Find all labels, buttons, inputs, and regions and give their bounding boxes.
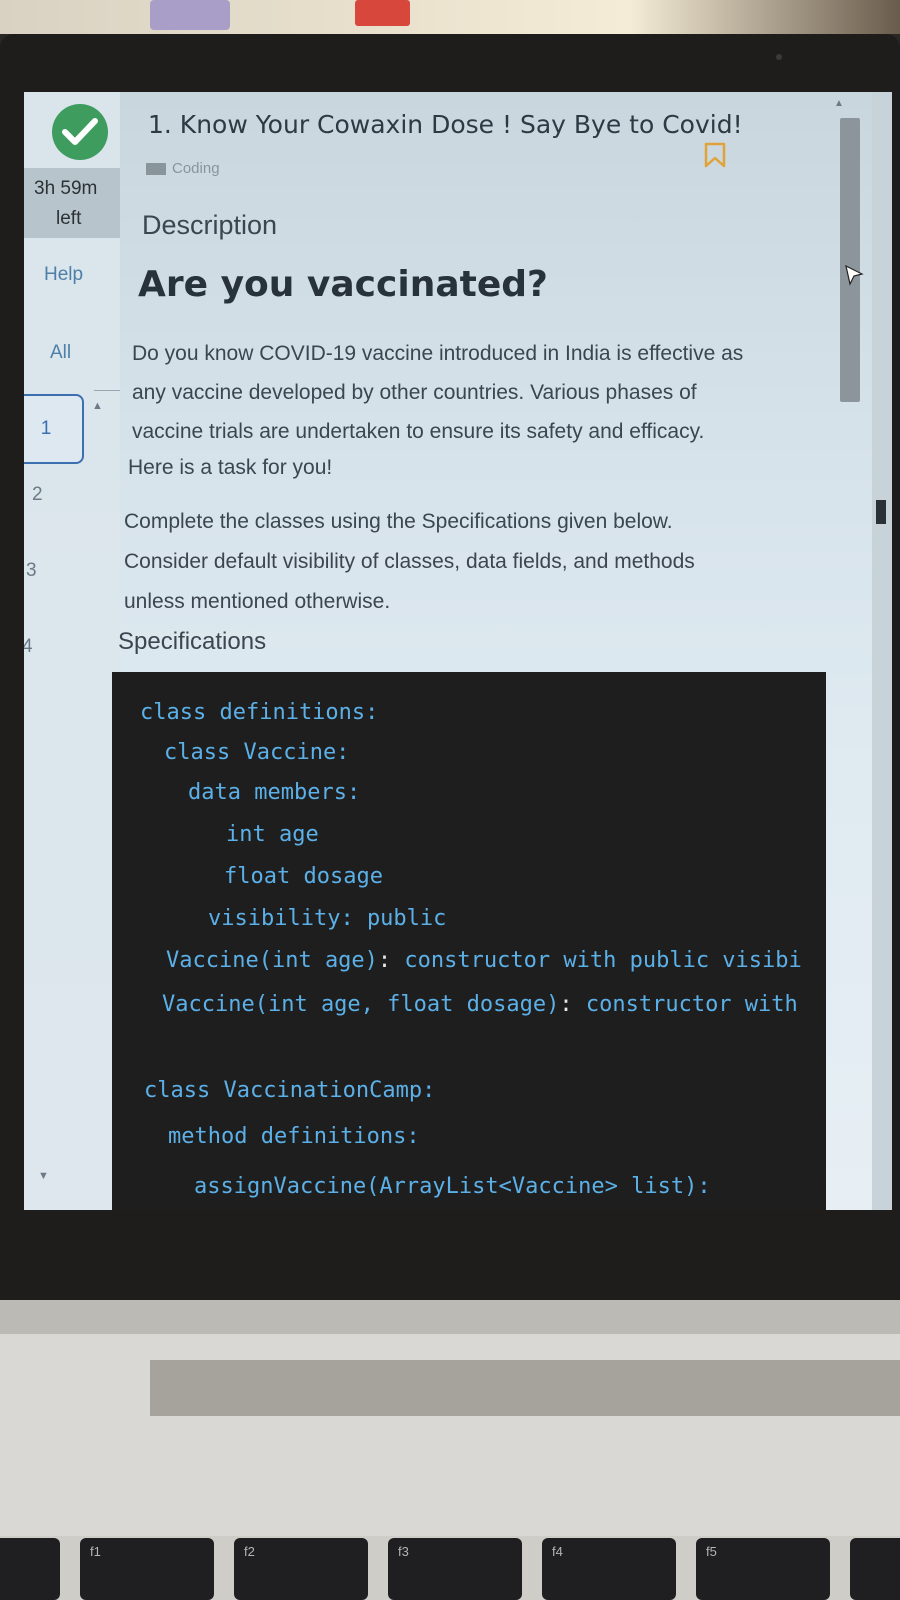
question-nav-3[interactable]: 3 bbox=[26, 560, 37, 582]
scrollbar[interactable] bbox=[840, 118, 860, 402]
code-line: class Vaccine: bbox=[164, 740, 350, 765]
help-link[interactable]: Help bbox=[44, 264, 83, 286]
background-object bbox=[150, 0, 230, 30]
all-questions-link[interactable]: All bbox=[50, 342, 71, 364]
code-description: constructor with bbox=[585, 992, 798, 1017]
problem-heading: Are you vaccinated? bbox=[138, 264, 548, 305]
mouse-pointer-icon bbox=[845, 264, 864, 286]
section-label: Description bbox=[142, 210, 278, 240]
side-panel bbox=[872, 92, 892, 1210]
key-label: f4 bbox=[552, 1544, 563, 1559]
code-line: visibility: public bbox=[208, 906, 447, 931]
timer-suffix: left bbox=[56, 208, 82, 229]
bookmark-icon[interactable] bbox=[704, 142, 726, 168]
scroll-up-icon[interactable]: ▲ bbox=[92, 400, 103, 412]
instruction-line: Complete the classes using the Specifica… bbox=[124, 510, 673, 533]
divider bbox=[94, 390, 120, 391]
f4-key: f4 bbox=[542, 1538, 676, 1600]
code-line: data members: bbox=[188, 780, 361, 805]
code-line: class VaccinationCamp: bbox=[144, 1078, 436, 1103]
question-tag: Coding bbox=[146, 160, 220, 177]
question-nav-1[interactable]: 1 bbox=[24, 394, 84, 464]
code-line: float dosage bbox=[224, 864, 383, 889]
code-line: int age bbox=[226, 822, 319, 847]
instruction-line: unless mentioned otherwise. bbox=[124, 590, 391, 613]
scroll-up-icon[interactable]: ▲ bbox=[834, 98, 844, 109]
key-label: f1 bbox=[90, 1544, 101, 1559]
problem-paragraph: Do you know COVID-19 vaccine introduced … bbox=[132, 334, 743, 451]
tag-label: Coding bbox=[172, 160, 220, 177]
question-title: 1. Know Your Cowaxin Dose ! Say Bye to C… bbox=[148, 110, 743, 139]
instruction-paragraph: Complete the classes using the Specifica… bbox=[124, 502, 695, 622]
webcam-icon bbox=[776, 54, 782, 60]
f5-key: f5 bbox=[696, 1538, 830, 1600]
background-object bbox=[355, 0, 410, 26]
code-line: class definitions: bbox=[140, 700, 379, 725]
key-label: f3 bbox=[398, 1544, 409, 1559]
key-label: f2 bbox=[244, 1544, 255, 1559]
code-block: class definitions: class Vaccine: data m… bbox=[112, 672, 826, 1210]
scroll-down-icon[interactable]: ▼ bbox=[38, 1170, 49, 1182]
laptop-groove bbox=[150, 1360, 900, 1416]
code-description: constructor with public visibi bbox=[404, 948, 802, 973]
question-nav-4[interactable]: 4 bbox=[24, 636, 33, 658]
escape-key bbox=[0, 1538, 60, 1600]
key-label: f5 bbox=[706, 1544, 717, 1559]
question-number: 1 bbox=[40, 418, 52, 439]
f6-key bbox=[850, 1538, 900, 1600]
code-icon bbox=[146, 162, 166, 175]
time-remaining: 3h 59m left bbox=[24, 168, 120, 238]
task-line: Here is a task for you! bbox=[128, 456, 333, 479]
question-panel: 1. Know Your Cowaxin Dose ! Say Bye to C… bbox=[112, 92, 826, 1210]
f3-key: f3 bbox=[388, 1538, 522, 1600]
specifications-label: Specifications bbox=[118, 628, 267, 655]
background-desk bbox=[0, 0, 900, 34]
code-line: assignVaccine(ArrayList<Vaccine> list): bbox=[194, 1174, 711, 1199]
code-line: Vaccine(int age): constructor with publi… bbox=[166, 948, 802, 973]
instruction-line: Consider default visibility of classes, … bbox=[124, 550, 695, 573]
paragraph-line: Do you know COVID-19 vaccine introduced … bbox=[132, 342, 744, 365]
code-signature: Vaccine(int age) bbox=[166, 948, 378, 973]
resize-handle[interactable] bbox=[876, 500, 886, 524]
question-nav-2[interactable]: 2 bbox=[32, 484, 43, 506]
question-sidebar: 3h 59m left Help All ▲ 1 2 3 4 ▼ bbox=[24, 92, 120, 1210]
paragraph-line: vaccine trials are undertaken to ensure … bbox=[132, 420, 705, 443]
code-line: method definitions: bbox=[168, 1124, 420, 1149]
timer-value: 3h 59m bbox=[34, 178, 98, 199]
check-icon bbox=[52, 104, 108, 160]
f1-key: f1 bbox=[80, 1538, 214, 1600]
paragraph-line: any vaccine developed by other countries… bbox=[132, 381, 697, 404]
code-line: Vaccine(int age, float dosage): construc… bbox=[162, 992, 798, 1017]
f2-key: f2 bbox=[234, 1538, 368, 1600]
screen: 3h 59m left Help All ▲ 1 2 3 4 ▼ 1. Know… bbox=[24, 92, 892, 1210]
code-signature: Vaccine(int age, float dosage) bbox=[162, 992, 560, 1017]
